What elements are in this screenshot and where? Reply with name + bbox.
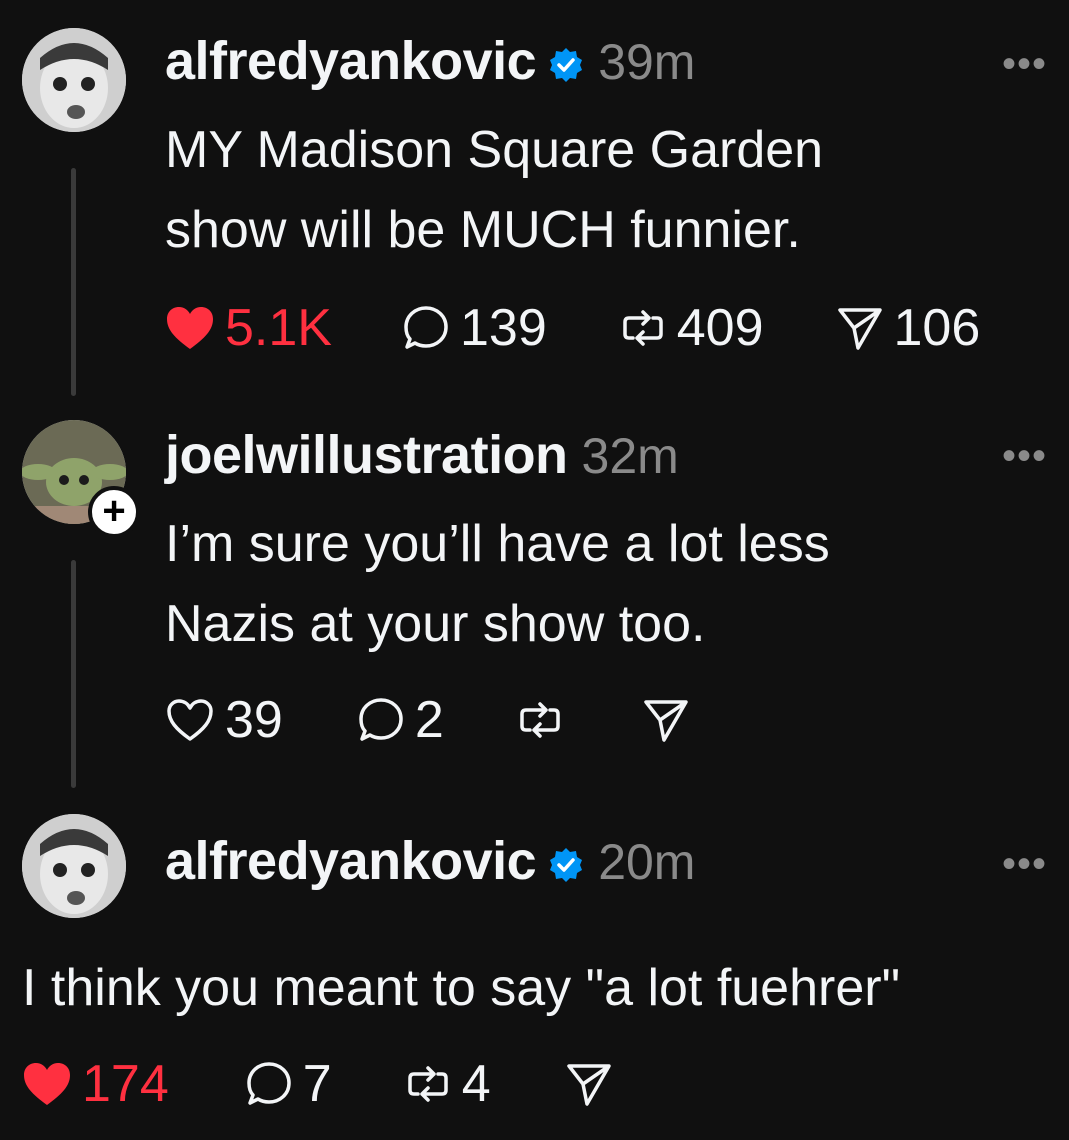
repost-count: 4: [461, 1055, 491, 1113]
post-text-line: Nazis at your show too.: [165, 595, 706, 653]
avatar-face-icon: [22, 28, 126, 132]
post-3: alfredyankovic 20m ••• I think you meant…: [0, 800, 1069, 1140]
username[interactable]: alfredyankovic: [165, 830, 537, 892]
username[interactable]: alfredyankovic: [165, 30, 537, 92]
like-count: 39: [225, 691, 283, 749]
follow-add-icon[interactable]: +: [88, 486, 140, 538]
like-count: 174: [82, 1055, 169, 1113]
post-2: + joelwillustration 32m ••• I’m sure you…: [0, 400, 1069, 800]
reply-button[interactable]: 139: [402, 298, 547, 358]
post-text-line: show will be MUCH funnier.: [165, 201, 801, 259]
post-text: MY Madison Square Garden show will be MU…: [165, 110, 823, 270]
reply-count: 2: [414, 691, 444, 749]
timestamp: 39m: [598, 34, 696, 90]
share-button[interactable]: [565, 1060, 613, 1108]
send-icon: [566, 1064, 611, 1106]
like-button[interactable]: 39: [165, 690, 283, 750]
heart-filled-icon: [24, 1063, 70, 1105]
repost-button[interactable]: 409: [619, 298, 764, 358]
heart-filled-icon: [167, 307, 213, 349]
comment-icon: [404, 306, 448, 349]
send-icon: [837, 308, 882, 350]
heart-icon: [167, 699, 213, 741]
reply-count: 7: [302, 1055, 332, 1113]
reply-count: 139: [459, 299, 547, 357]
reply-button[interactable]: 7: [245, 1054, 332, 1114]
thread-line: [71, 560, 76, 788]
comment-icon: [359, 698, 403, 741]
repost-icon: [623, 310, 663, 346]
username[interactable]: joelwillustration: [165, 424, 568, 486]
like-button[interactable]: 174: [22, 1054, 169, 1114]
post-text-line: I’m sure you’ll have a lot less: [165, 515, 830, 573]
avatar[interactable]: [22, 28, 126, 132]
post-text-line: I think you meant to say "a lot fuehrer": [22, 959, 901, 1017]
verified-badge-icon: [548, 847, 584, 883]
repost-icon: [520, 702, 560, 738]
timestamp: 32m: [581, 428, 679, 484]
more-options-icon[interactable]: •••: [1002, 842, 1047, 887]
comment-icon: [247, 1062, 291, 1105]
post-1: alfredyankovic 39m ••• MY Madison Square…: [0, 0, 1069, 400]
like-count: 5.1K: [225, 299, 332, 357]
post-text: I’m sure you’ll have a lot less Nazis at…: [165, 504, 830, 664]
repost-count: 409: [676, 299, 764, 357]
repost-button[interactable]: 4: [404, 1054, 491, 1114]
timestamp: 20m: [598, 834, 696, 890]
reply-button[interactable]: 2: [357, 690, 444, 750]
avatar-face-icon: [22, 814, 126, 918]
like-button[interactable]: 5.1K: [165, 298, 332, 358]
repost-icon: [407, 1066, 448, 1102]
thread-line: [71, 168, 76, 396]
more-options-icon[interactable]: •••: [1002, 434, 1047, 479]
share-button[interactable]: [642, 696, 690, 744]
share-count: 106: [893, 299, 981, 357]
avatar[interactable]: [22, 814, 126, 918]
send-icon: [644, 700, 688, 742]
share-button[interactable]: 106: [836, 298, 981, 358]
post-text-line: MY Madison Square Garden: [165, 121, 824, 179]
post-text: I think you meant to say "a lot fuehrer": [22, 948, 900, 1028]
more-options-icon[interactable]: •••: [1002, 42, 1047, 87]
repost-button[interactable]: [516, 696, 564, 744]
verified-badge-icon: [548, 47, 584, 83]
